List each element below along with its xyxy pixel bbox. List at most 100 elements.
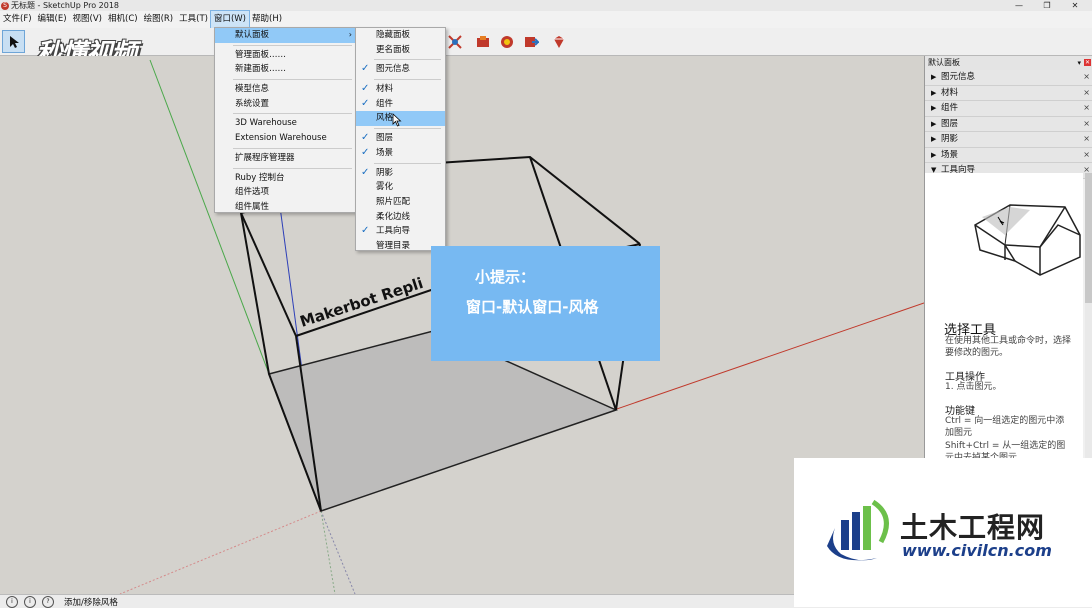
submenu-label: 风格 — [376, 113, 394, 124]
share-model-icon — [524, 36, 539, 47]
red-axis-dashed — [119, 510, 322, 594]
panel-close-icon[interactable]: × — [1083, 132, 1090, 147]
panel-layers[interactable]: ▶ 图层 × — [925, 116, 1092, 132]
default-tray: 默认面板 ▾ ✕ ▶ 图元信息 × ▶ 材料 × ▶ 组件 × ▶ 图层 × ▶ 阴影 × ▶ 场景 ×… — [924, 56, 1092, 463]
submenu-shadows[interactable]: ✓ 阴影 — [356, 166, 445, 181]
menu-edit[interactable]: 编辑(E) — [35, 11, 70, 28]
tray-close-icon[interactable]: ✕ — [1084, 59, 1091, 66]
menu-item-default-tray[interactable]: 默认面板 › — [215, 28, 356, 43]
submenu-instructor[interactable]: ✓ 工具向导 — [356, 224, 445, 239]
panel-close-icon[interactable]: × — [1083, 101, 1090, 116]
menu-separator — [374, 79, 441, 81]
menu-item-component-options[interactable]: 组件选项 — [215, 185, 356, 200]
submenu-fog[interactable]: 雾化 — [356, 180, 445, 195]
submenu-rename-tray[interactable]: 更名面板 — [356, 43, 445, 58]
menu-separator — [233, 113, 352, 115]
menu-separator — [374, 128, 441, 130]
mouse-cursor-icon — [392, 113, 402, 127]
panel-components[interactable]: ▶ 组件 × — [925, 101, 1092, 117]
zoom-extents-button[interactable] — [444, 31, 465, 52]
menu-item-component-attributes[interactable]: 组件属性 — [215, 200, 356, 215]
checkmark-icon: ✓ — [361, 63, 370, 75]
submenu-label: 雾化 — [376, 182, 394, 193]
extension-warehouse-button[interactable] — [548, 31, 569, 52]
geo-location-icon[interactable]: i — [6, 595, 18, 608]
panel-label: 材料 — [941, 87, 959, 98]
menu-camera[interactable]: 相机(C) — [105, 11, 141, 28]
tray-title: 默认面板 — [928, 58, 960, 67]
share-component-button[interactable] — [496, 31, 517, 52]
panel-label: 阴影 — [941, 134, 959, 144]
tray-header: 默认面板 ▾ ✕ — [925, 56, 1092, 70]
site-url: www.civilcn.com — [902, 541, 1052, 560]
submenu-styles[interactable]: 风格 — [356, 111, 445, 127]
3d-warehouse-button[interactable] — [472, 31, 493, 52]
select-tool-button[interactable] — [2, 30, 25, 53]
menu-item-preferences[interactable]: 系统设置 — [215, 97, 356, 112]
submenu-label: 图层 — [376, 133, 394, 144]
panel-close-icon[interactable]: × — [1083, 70, 1090, 85]
pin-icon[interactable]: ▾ — [1077, 56, 1081, 70]
submenu-entity-info[interactable]: ✓ 图元信息 — [356, 62, 445, 77]
instructor-keys-text-1: Ctrl = 向一组选定的图元中添加图元 — [945, 416, 1065, 438]
window-title: 无标题 - SketchUp Pro 2018 — [11, 1, 119, 10]
menu-item-extension-manager[interactable]: 扩展程序管理器 — [215, 151, 356, 166]
menu-window[interactable]: 窗口(W) — [209, 10, 251, 29]
panel-materials[interactable]: ▶ 材料 × — [925, 85, 1092, 101]
maximize-button[interactable]: ❐ — [1033, 0, 1061, 11]
submenu-hide-tray[interactable]: 隐藏面板 — [356, 28, 445, 43]
close-button[interactable]: ✕ — [1061, 0, 1089, 11]
credits-icon[interactable]: i — [24, 595, 36, 608]
panel-scenes[interactable]: ▶ 场景 × — [925, 147, 1092, 163]
share-model-button[interactable] — [520, 31, 541, 52]
triangle-right-icon: ▶ — [931, 135, 937, 143]
share-component-icon — [500, 35, 513, 48]
default-tray-submenu: 隐藏面板 更名面板 ✓ 图元信息 ✓ 材料 ✓ 组件 风格 ✓ 图层 ✓ 场景 ✓ 阴影 雾… — [355, 27, 446, 251]
tip-body: 窗口-默认窗口-风格 — [466, 298, 599, 316]
submenu-layers[interactable]: ✓ 图层 — [356, 131, 445, 146]
panel-shadows[interactable]: ▶ 阴影 × — [925, 132, 1092, 148]
instructor-tool-desc: 在使用其他工具或命令时，选择要修改的图元。 — [945, 336, 1072, 358]
menu-separator — [374, 59, 441, 61]
menu-tools[interactable]: 工具(T) — [176, 11, 211, 28]
panel-label: 图层 — [941, 118, 959, 129]
menu-item-manage-trays[interactable]: 管理面板…… — [215, 48, 356, 63]
panel-label: 图元信息 — [941, 72, 976, 82]
menu-view[interactable]: 视图(V) — [70, 11, 105, 28]
panel-entity-info[interactable]: ▶ 图元信息 × — [925, 70, 1092, 86]
menu-item-ruby-console[interactable]: Ruby 控制台 — [215, 171, 356, 186]
menu-item-model-info[interactable]: 模型信息 — [215, 82, 356, 97]
menu-item-new-tray[interactable]: 新建面板…… — [215, 62, 356, 77]
menu-bar: 文件(F) 编辑(E) 视图(V) 相机(C) 绘图(R) 工具(T) 窗口(W… — [0, 10, 1092, 29]
menu-help[interactable]: 帮助(H) — [249, 11, 285, 28]
menu-file[interactable]: 文件(F) — [0, 11, 35, 28]
blue-axis-dashed — [320, 510, 356, 594]
checkmark-icon: ✓ — [361, 97, 370, 109]
instructor-scrollbar-thumb[interactable] — [1085, 173, 1092, 303]
triangle-right-icon: ▶ — [931, 73, 937, 81]
instructor-content: 选择工具 在使用其他工具或命令时，选择要修改的图元。 工具操作 1. 点击图元。… — [925, 173, 1092, 463]
submenu-materials[interactable]: ✓ 材料 — [356, 82, 445, 97]
menu-item-3d-warehouse[interactable]: 3D Warehouse — [215, 116, 356, 131]
submenu-soften-edges[interactable]: 柔化边线 — [356, 210, 445, 225]
zoom-extents-icon — [447, 34, 462, 49]
submenu-label: 柔化边线 — [376, 211, 411, 222]
sketchup-app-icon: S — [1, 1, 9, 10]
triangle-right-icon: ▶ — [931, 150, 937, 159]
menu-draw[interactable]: 绘图(R) — [141, 11, 177, 28]
user-account-icon[interactable]: ? — [42, 595, 54, 608]
submenu-label: 材料 — [376, 84, 394, 95]
submenu-match-photo[interactable]: 照片匹配 — [356, 195, 445, 210]
site-watermark-logo: 土木工程网 www.civilcn.com — [794, 458, 1092, 607]
panel-close-icon[interactable]: × — [1083, 117, 1090, 132]
panel-close-icon[interactable]: × — [1083, 148, 1090, 163]
green-axis-dashed — [320, 510, 336, 594]
minimize-button[interactable]: — — [1005, 0, 1033, 11]
panel-close-icon[interactable]: × — [1083, 86, 1090, 101]
submenu-components[interactable]: ✓ 组件 — [356, 97, 445, 112]
checkmark-icon: ✓ — [361, 132, 370, 144]
menu-item-extension-warehouse[interactable]: Extension Warehouse — [215, 131, 356, 146]
submenu-scenes[interactable]: ✓ 场景 — [356, 146, 445, 161]
submenu-label: 阴影 — [376, 167, 394, 178]
chevron-right-icon: › — [348, 30, 352, 39]
